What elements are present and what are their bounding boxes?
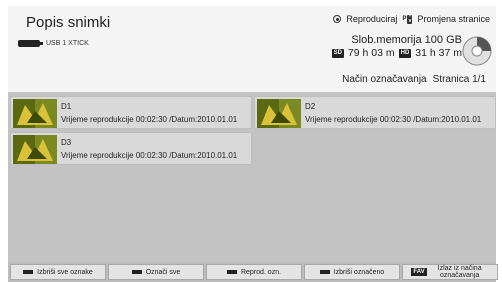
mark-mode-label: Način označavanja xyxy=(342,74,427,85)
key-legend: Reproduciraj P ^ v Promjena stranice xyxy=(333,14,490,24)
usb-device-label: USB 1 XTICK xyxy=(46,40,89,47)
recording-item[interactable]: D2 Vrijeme reprodukcije 00:02:30 /Datum:… xyxy=(254,96,496,129)
blue-key-icon xyxy=(319,270,330,274)
red-key-icon xyxy=(23,270,34,274)
recording-thumbnail xyxy=(13,135,57,164)
storage-disc-icon xyxy=(462,36,492,66)
page-key-icon: P ^ v xyxy=(402,13,413,24)
delete-marked-button[interactable]: Izbriši označeno xyxy=(304,264,400,280)
hd-icon: HD xyxy=(398,48,412,58)
storage-info: Slob.memorija 100 GB SD 79 h 03 m HD 31 … xyxy=(331,34,462,59)
recording-info: Vrijeme reprodukcije 00:02:30 /Datum:201… xyxy=(61,115,238,124)
recording-thumbnail xyxy=(13,99,57,128)
mode-row: Način označavanja Stranica 1/1 xyxy=(342,74,486,85)
usb-icon xyxy=(18,40,43,47)
recording-name: D1 xyxy=(61,102,72,111)
clear-all-marks-button[interactable]: Izbriši sve oznake xyxy=(10,264,106,280)
recording-name: D3 xyxy=(61,138,72,147)
sd-time: 79 h 03 m xyxy=(347,47,395,59)
recording-info: Vrijeme reprodukcije 00:02:30 /Datum:201… xyxy=(61,151,238,160)
sd-icon: SD xyxy=(331,48,344,58)
page-title: Popis snimki xyxy=(26,14,111,31)
remaining-time: SD 79 h 03 m HD 31 h 37 m xyxy=(331,47,462,59)
legend-page-label: Promjena stranice xyxy=(417,14,490,24)
recording-item[interactable]: D3 Vrijeme reprodukcije 00:02:30 /Datum:… xyxy=(10,132,252,165)
green-key-icon xyxy=(131,270,142,274)
exit-mark-mode-button[interactable]: FAV Izlaz iz načina označavanja xyxy=(402,264,498,280)
usb-device: USB 1 XTICK xyxy=(18,40,89,47)
footer-bar: Izbriši sve oznake Označi sve Reprod. oz… xyxy=(8,262,498,282)
free-memory: Slob.memorija 100 GB xyxy=(351,34,462,46)
hd-time: 31 h 37 m xyxy=(415,47,462,59)
ok-button-icon xyxy=(333,15,342,23)
header-panel: Popis snimki USB 1 XTICK Reproduciraj P ^… xyxy=(8,6,496,92)
recording-item[interactable]: D1 Vrijeme reprodukcije 00:02:30 /Datum:… xyxy=(10,96,252,129)
recordings-list-screen: Popis snimki USB 1 XTICK Reproduciraj P ^… xyxy=(0,0,502,282)
page-indicator: Stranica 1/1 xyxy=(432,74,486,85)
yellow-key-icon xyxy=(226,270,237,274)
recordings-grid: D1 Vrijeme reprodukcije 00:02:30 /Datum:… xyxy=(8,92,496,262)
mark-all-button[interactable]: Označi sve xyxy=(108,264,204,280)
fav-key-icon: FAV xyxy=(411,268,427,276)
recording-thumbnail xyxy=(257,99,301,128)
recording-name: D2 xyxy=(305,102,316,111)
legend-play-label: Reproduciraj xyxy=(346,14,398,24)
recording-info: Vrijeme reprodukcije 00:02:30 /Datum:201… xyxy=(305,115,482,124)
play-marked-button[interactable]: Reprod. ozn. xyxy=(206,264,302,280)
